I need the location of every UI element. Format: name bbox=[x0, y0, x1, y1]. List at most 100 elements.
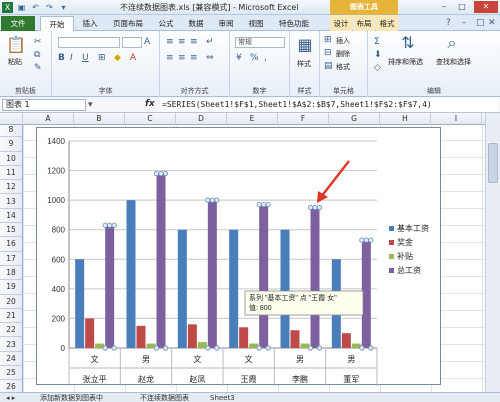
currency-icon[interactable]: ¥ bbox=[236, 53, 242, 63]
insert-cells-button[interactable]: 插入 bbox=[336, 36, 350, 46]
formula-input[interactable]: =SERIES(Sheet1!$F$1,Sheet1!$A$2:$B$7,She… bbox=[160, 98, 498, 112]
name-box-dropdown-icon[interactable]: ▾ bbox=[88, 100, 93, 110]
row-header-18[interactable]: 18 bbox=[0, 266, 22, 281]
align-bottom-icon[interactable]: ≡ bbox=[190, 37, 198, 47]
undo-icon[interactable]: ↶ bbox=[30, 2, 41, 13]
tab-format[interactable]: 格式 bbox=[376, 16, 398, 31]
sheet-tab-3[interactable]: Sheet3 bbox=[210, 393, 235, 402]
row-header-10[interactable]: 10 bbox=[0, 152, 22, 166]
copy-icon[interactable]: ⧉ bbox=[34, 50, 40, 60]
row-header-22[interactable]: 22 bbox=[0, 323, 22, 338]
column-header-e[interactable]: E bbox=[227, 113, 278, 125]
name-box[interactable]: 图表 1 bbox=[2, 99, 86, 111]
delete-cells-button[interactable]: 删除 bbox=[336, 49, 350, 59]
tab-file[interactable]: 文件 bbox=[1, 16, 35, 31]
sheet-tab-1[interactable]: 添加新数据到图表中 bbox=[40, 393, 103, 402]
tab-data[interactable]: 数据 bbox=[182, 16, 210, 31]
help-icon[interactable]: ? bbox=[446, 18, 451, 28]
find-select-button[interactable]: 查找和选择 bbox=[436, 57, 471, 67]
column-header-a[interactable]: A bbox=[23, 113, 74, 125]
insert-function-icon[interactable]: fx bbox=[145, 99, 155, 109]
row-header-25[interactable]: 25 bbox=[0, 366, 22, 381]
row-header-11[interactable]: 11 bbox=[0, 166, 22, 181]
number-format-combo[interactable]: 常规 bbox=[235, 37, 285, 48]
minimize-icon[interactable]: – bbox=[436, 1, 452, 13]
close-icon[interactable]: ✕ bbox=[474, 1, 498, 13]
redo-icon[interactable]: ↷ bbox=[44, 2, 55, 13]
column-header-g[interactable]: G bbox=[329, 113, 380, 125]
bold-icon[interactable]: B bbox=[58, 53, 65, 63]
row-header-24[interactable]: 24 bbox=[0, 352, 22, 367]
tab-review[interactable]: 审阅 bbox=[212, 16, 240, 31]
percent-icon[interactable]: % bbox=[250, 53, 259, 63]
column-header-b[interactable]: B bbox=[74, 113, 125, 125]
sheet-tab-2[interactable]: 不连续数据图表 bbox=[140, 393, 189, 402]
font-size-combo[interactable] bbox=[122, 37, 142, 48]
delete-cells-icon[interactable]: ⊟ bbox=[324, 48, 332, 58]
font-name-combo[interactable] bbox=[58, 37, 120, 48]
ribbon-close-icon[interactable]: ✕ bbox=[488, 18, 496, 28]
cut-icon[interactable]: ✂ bbox=[34, 37, 42, 47]
tab-formulas[interactable]: 公式 bbox=[152, 16, 180, 31]
align-center-icon[interactable]: ≡ bbox=[178, 53, 186, 63]
row-header-17[interactable]: 17 bbox=[0, 252, 22, 266]
tab-design[interactable]: 设计 bbox=[330, 16, 352, 31]
styles-button[interactable]: 样式 bbox=[297, 59, 311, 69]
grow-font-icon[interactable]: A bbox=[144, 37, 150, 47]
column-header-d[interactable]: D bbox=[176, 113, 227, 125]
styles-icon[interactable]: ▦ bbox=[296, 35, 314, 54]
tab-view[interactable]: 视图 bbox=[242, 16, 270, 31]
row-header-16[interactable]: 16 bbox=[0, 237, 22, 252]
sort-filter-button[interactable]: 排序和筛选 bbox=[388, 57, 423, 67]
insert-cells-icon[interactable]: ⊞ bbox=[324, 35, 332, 45]
merge-center-icon[interactable]: ⇔ bbox=[206, 53, 214, 63]
format-cells-button[interactable]: 格式 bbox=[336, 62, 350, 72]
align-left-icon[interactable]: ≡ bbox=[166, 53, 174, 63]
wrap-text-icon[interactable]: ↵ bbox=[206, 37, 214, 47]
underline-icon[interactable]: U bbox=[82, 53, 89, 63]
ribbon-minimize-icon[interactable]: – bbox=[462, 18, 467, 28]
row-header-19[interactable]: 19 bbox=[0, 280, 22, 295]
tab-insert[interactable]: 插入 bbox=[76, 16, 104, 31]
row-header-9[interactable]: 9 bbox=[0, 137, 22, 152]
column-header-c[interactable]: C bbox=[125, 113, 176, 125]
align-top-icon[interactable]: ≡ bbox=[166, 37, 174, 47]
column-header-f[interactable]: F bbox=[278, 113, 329, 125]
row-header-21[interactable]: 21 bbox=[0, 309, 22, 324]
customize-qat-icon[interactable]: ▾ bbox=[58, 2, 69, 13]
tab-layout[interactable]: 布局 bbox=[353, 16, 375, 31]
sheet-nav-icon[interactable]: ◂ ▸ bbox=[6, 393, 15, 402]
sort-filter-icon[interactable]: ⇅ bbox=[396, 33, 420, 52]
align-middle-icon[interactable]: ≡ bbox=[178, 37, 186, 47]
column-header-i[interactable]: I bbox=[431, 113, 482, 125]
border-icon[interactable]: ⊞ bbox=[98, 53, 106, 63]
row-header-15[interactable]: 15 bbox=[0, 223, 22, 238]
vertical-scrollbar[interactable] bbox=[485, 113, 500, 392]
find-select-icon[interactable]: ⌕ bbox=[440, 33, 464, 53]
tab-home[interactable]: 开始 bbox=[40, 16, 74, 31]
tab-special[interactable]: 特色功能 bbox=[272, 16, 316, 31]
row-header-20[interactable]: 20 bbox=[0, 295, 22, 309]
font-color-icon[interactable]: A bbox=[130, 53, 136, 63]
clear-icon[interactable]: ◇ bbox=[374, 63, 381, 73]
row-header-26[interactable]: 26 bbox=[0, 380, 22, 392]
column-header-h[interactable]: H bbox=[380, 113, 431, 125]
align-right-icon[interactable]: ≡ bbox=[190, 53, 198, 63]
row-header-23[interactable]: 23 bbox=[0, 338, 22, 352]
format-cells-icon[interactable]: ▤ bbox=[324, 61, 333, 71]
comma-icon[interactable]: , bbox=[264, 53, 267, 63]
maximize-icon[interactable]: □ bbox=[454, 1, 470, 13]
save-icon[interactable]: ▣ bbox=[16, 2, 27, 13]
row-header-8[interactable]: 8 bbox=[0, 123, 22, 138]
format-painter-icon[interactable]: ✎ bbox=[34, 63, 42, 73]
paste-icon[interactable]: 📋 bbox=[6, 35, 26, 54]
fill-color-icon[interactable]: ◆ bbox=[114, 53, 121, 63]
paste-button[interactable]: 粘贴 bbox=[8, 57, 22, 67]
row-header-13[interactable]: 13 bbox=[0, 195, 22, 209]
italic-icon[interactable]: I bbox=[70, 53, 73, 63]
autosum-icon[interactable]: Σ bbox=[374, 37, 380, 47]
fill-icon[interactable]: ⬇ bbox=[374, 50, 382, 60]
ribbon-restore-icon[interactable]: □ bbox=[476, 18, 485, 28]
chart-area[interactable]: 0 200 400 600 800 1000 1200 1400 文张立平 男赵龙 文赵凤 文王霞 男李… bbox=[36, 127, 441, 386]
tab-page-layout[interactable]: 页面布局 bbox=[106, 16, 150, 31]
